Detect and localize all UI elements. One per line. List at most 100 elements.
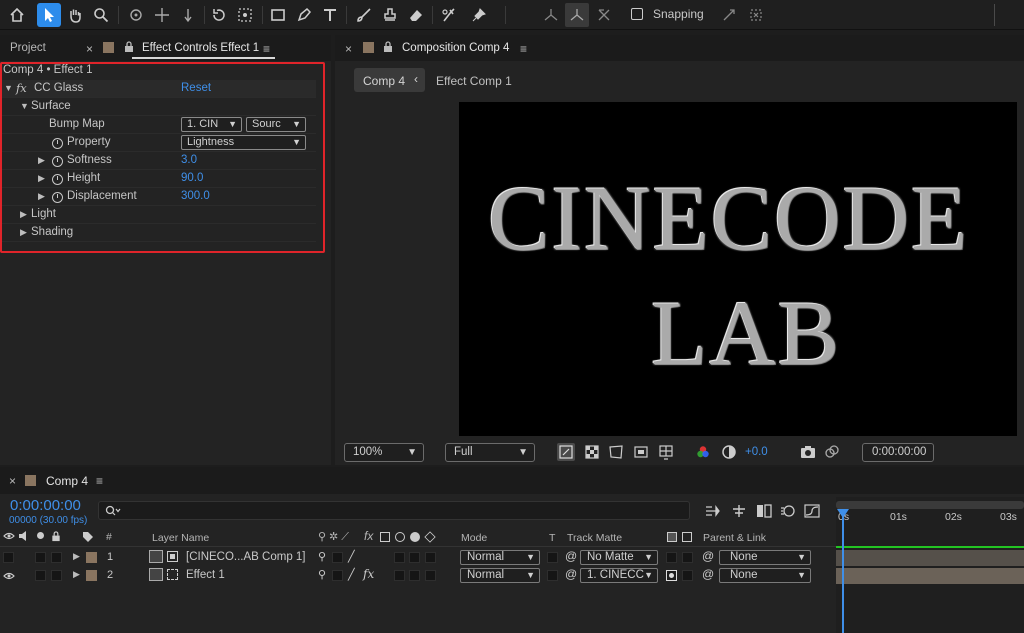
layer-name[interactable]: [CINECO...AB Comp 1]: [186, 551, 306, 563]
close-icon[interactable]: ×: [345, 42, 352, 56]
matte-alpha-toggle[interactable]: [682, 552, 693, 563]
close-icon[interactable]: ×: [86, 42, 93, 56]
snapping-checkbox[interactable]: [631, 8, 643, 20]
parent-pickwhip-icon[interactable]: @: [702, 567, 714, 581]
parent-dropdown[interactable]: None ▼: [719, 568, 811, 583]
chevron-right-icon[interactable]: ▶: [73, 569, 80, 580]
adjustment-switch[interactable]: [409, 552, 420, 563]
quality-switch-icon[interactable]: ╱: [348, 568, 355, 581]
comp-flow-next[interactable]: Effect Comp 1: [436, 74, 512, 88]
tab-composition[interactable]: Composition Comp 4: [402, 42, 509, 54]
pen-icon[interactable]: [292, 3, 316, 27]
preserve-transparency-toggle[interactable]: [547, 552, 558, 563]
layer-bar-1[interactable]: [836, 550, 1024, 566]
lock-toggle[interactable]: [51, 552, 62, 563]
motion-blur-switch[interactable]: [394, 570, 405, 581]
layer-search-input[interactable]: [98, 501, 690, 520]
track-matte-dropdown[interactable]: 1. CINECC ▼: [580, 568, 658, 583]
lock-icon[interactable]: [124, 41, 134, 53]
solo-toggle[interactable]: [35, 552, 46, 563]
hand-icon[interactable]: [63, 3, 87, 27]
motion-blur-icon[interactable]: [779, 503, 797, 519]
rotate-icon[interactable]: [207, 3, 231, 27]
graph-editor-icon[interactable]: [803, 503, 821, 519]
grid-guides-icon[interactable]: [657, 443, 675, 461]
motion-blur-switch[interactable]: [394, 552, 405, 563]
axis-view-icon[interactable]: [592, 3, 616, 27]
axis-world-icon[interactable]: [565, 3, 589, 27]
quality-switch-icon[interactable]: ╱: [348, 550, 355, 563]
panel-menu-icon[interactable]: ≡: [96, 474, 103, 488]
tab-effect-controls[interactable]: Effect Controls Effect 1: [142, 42, 259, 54]
3d-switch[interactable]: [425, 570, 436, 581]
lock-toggle[interactable]: [51, 570, 62, 581]
pan-behind-icon[interactable]: [233, 3, 257, 27]
puppet-pin-icon[interactable]: [467, 3, 491, 27]
matte-invert-toggle[interactable]: [666, 552, 677, 563]
layer-name-header[interactable]: Layer Name: [152, 532, 209, 544]
timeline-tracks[interactable]: 0s 01s 02s 03s: [836, 497, 1024, 633]
track-matte-dropdown[interactable]: No Matte ▼: [580, 550, 658, 565]
layer-label-color[interactable]: [86, 570, 97, 581]
eye-icon[interactable]: [3, 571, 15, 581]
transparency-grid-icon[interactable]: [583, 443, 601, 461]
resolution-dropdown[interactable]: Full ▼: [445, 443, 535, 462]
matte-invert-toggle[interactable]: [666, 570, 677, 581]
playhead-line[interactable]: [842, 511, 844, 633]
exposure-value[interactable]: +0.0: [745, 446, 768, 458]
axis-local-icon[interactable]: [539, 3, 563, 27]
orbit-icon[interactable]: [124, 3, 148, 27]
comp-flow-current[interactable]: Comp 4 ‹: [354, 68, 425, 92]
home-icon[interactable]: [5, 3, 29, 27]
mask-visibility-icon[interactable]: [607, 443, 625, 461]
layer-bar-2[interactable]: [836, 568, 1024, 584]
viewer-timecode[interactable]: 0:00:00:00: [862, 443, 934, 462]
timeline-timecode[interactable]: 0:00:00:00: [10, 497, 81, 514]
shy-layers-icon[interactable]: [730, 503, 748, 519]
pickwhip-icon[interactable]: @: [565, 567, 577, 581]
matte-alpha-toggle[interactable]: [682, 570, 693, 581]
composition-viewer[interactable]: CINECODE LAB: [459, 102, 1017, 436]
parent-dropdown[interactable]: None ▼: [719, 550, 811, 565]
type-icon[interactable]: [318, 3, 342, 27]
camera-snapshot-icon[interactable]: [800, 445, 816, 459]
3d-switch[interactable]: [425, 552, 436, 563]
brush-icon[interactable]: [352, 3, 376, 27]
channel-icon[interactable]: [696, 445, 710, 459]
work-area-bar[interactable]: [836, 501, 1024, 509]
effect-switch-icon[interactable]: fx: [363, 567, 374, 581]
layer-mode-dropdown[interactable]: Normal ▼: [460, 550, 540, 565]
rectangle-icon[interactable]: [266, 3, 290, 27]
shy-switch-icon[interactable]: ⚲: [318, 568, 326, 581]
show-snapshot-icon[interactable]: [824, 444, 840, 460]
close-icon[interactable]: ×: [9, 474, 16, 488]
frame-blending-icon[interactable]: [755, 503, 773, 519]
snap-edges-icon[interactable]: [717, 3, 741, 27]
chevron-right-icon[interactable]: ▶: [73, 551, 80, 562]
eraser-icon[interactable]: [404, 3, 428, 27]
layer-mode-dropdown[interactable]: Normal ▼: [460, 568, 540, 583]
layer-label-color[interactable]: [86, 552, 97, 563]
exposure-reset-icon[interactable]: [721, 444, 737, 460]
comp-mini-flowchart-icon[interactable]: [704, 503, 722, 519]
layer-row-2[interactable]: ▶ 2 Effect 1 ⚲ ╱ fx Normal ▼ @ 1. CINECC ▼…: [0, 567, 836, 584]
region-of-interest-icon[interactable]: [632, 443, 650, 461]
fast-previews-icon[interactable]: [557, 443, 575, 461]
tab-project[interactable]: Project: [10, 42, 46, 54]
solo-toggle[interactable]: [35, 570, 46, 581]
zoom-dropdown[interactable]: 100% ▼: [344, 443, 424, 462]
video-toggle[interactable]: [3, 552, 14, 563]
snap-features-icon[interactable]: [744, 3, 768, 27]
collapse-switch[interactable]: [332, 570, 343, 581]
roto-brush-icon[interactable]: [437, 3, 461, 27]
tab-timeline-comp[interactable]: Comp 4: [46, 474, 88, 488]
panel-menu-icon[interactable]: ≡: [263, 42, 270, 56]
layer-name[interactable]: Effect 1: [186, 569, 225, 581]
clone-stamp-icon[interactable]: [378, 3, 402, 27]
panel-menu-icon[interactable]: ≡: [520, 42, 527, 56]
lock-icon[interactable]: [383, 41, 393, 53]
adjustment-switch[interactable]: [409, 570, 420, 581]
playhead-handle[interactable]: [837, 509, 849, 518]
preserve-transparency-toggle[interactable]: [547, 570, 558, 581]
collapse-switch[interactable]: [332, 552, 343, 563]
